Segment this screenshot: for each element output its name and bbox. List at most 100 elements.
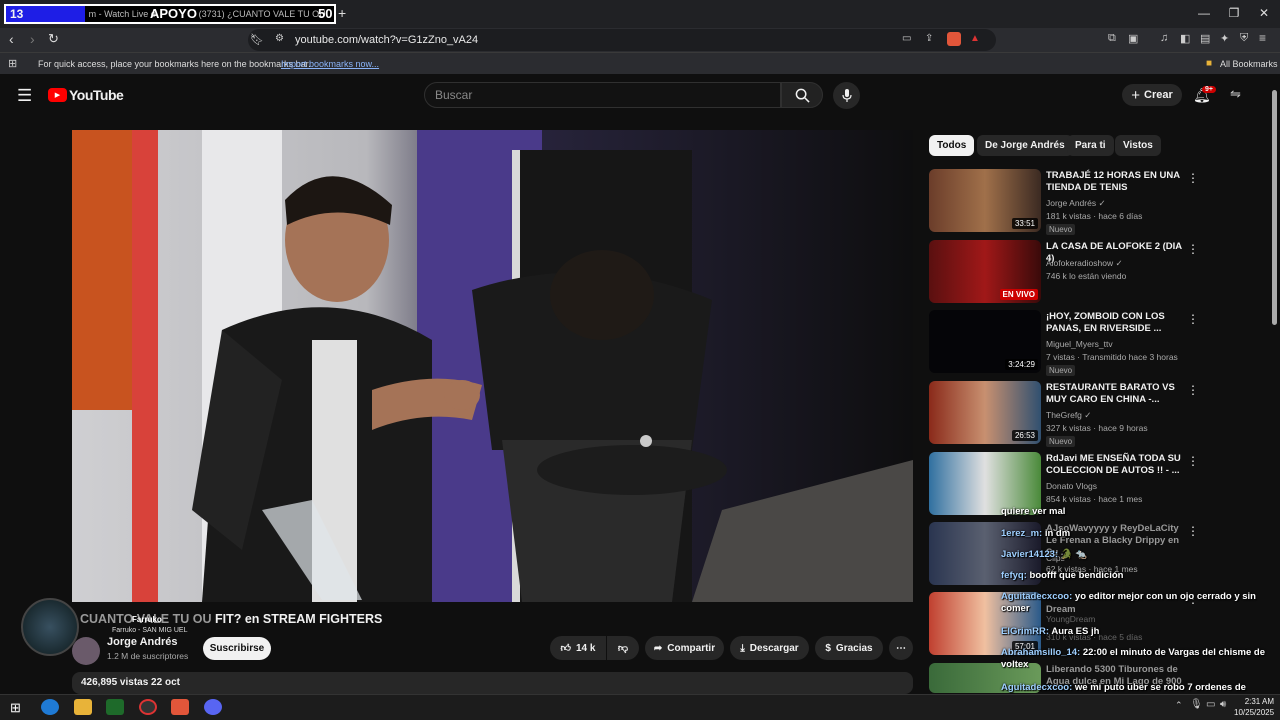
new-tab-button[interactable]: + [338,5,346,21]
recommendation-item[interactable]: EN VIVO LA CASA DE ALOFOKE 2 (DIA 4) Alo… [929,240,1269,306]
notification-badge: 9+ [1202,86,1216,93]
views-date: 426,895 vistas 22 oct [81,677,180,688]
more-options-icon[interactable]: ⋮ [1187,171,1199,185]
discord-icon[interactable] [204,699,222,715]
brave-shield-icon[interactable] [947,32,961,46]
chat-message: Aura ES jh [1051,626,1100,637]
youtube-logo-icon[interactable]: ▶ [48,88,67,102]
clock-date: 10/25/2025 [1234,708,1275,717]
minimize-button[interactable]: — [1194,6,1214,20]
video-thumbnail[interactable]: 26:53 [929,381,1041,444]
address-bar[interactable]: youtube.com/watch?v=G1zZno_vA24 [248,29,996,51]
search-button[interactable] [781,82,823,108]
rec-channel[interactable]: YoungDream [1046,614,1095,624]
video-thumbnail[interactable]: 3:24:29 [929,310,1041,373]
description-box[interactable]: 426,895 vistas 22 oct [72,672,913,694]
rec-title[interactable]: RESTAURANTE BARATO VS MUY CARO EN CHINA … [1046,382,1186,406]
forward-arrow-icon[interactable]: › [30,31,35,47]
vpn-icon[interactable]: ⛨ [1240,32,1248,45]
close-window-button[interactable]: ✕ [1254,6,1274,20]
rec-badge: Nuevo [1046,436,1076,447]
rec-meta: 854 k vistas · hace 1 mes [1046,494,1143,504]
video-thumbnail[interactable]: EN VIVO [929,240,1041,303]
rec-channel[interactable]: Jorge Andrés ✓ [1046,198,1106,209]
stream-overlay-circle [21,598,79,656]
chat-user: Aguitadecxcoo: [1001,591,1073,602]
all-bookmarks[interactable]: All Bookmarks [1220,59,1278,69]
rec-title[interactable]: TRABAJÉ 12 HORAS EN UNA TIENDA DE TENIS [1046,170,1186,194]
mic-tray-icon[interactable]: 🎙︎ [1190,699,1203,710]
leo-icon[interactable]: ✦ [1220,32,1229,45]
recommendation-item[interactable]: 26:53 RESTAURANTE BARATO VS MUY CARO EN … [929,381,1269,447]
brave-rewards-icon[interactable]: ▲ [970,33,980,44]
more-options-icon[interactable]: ⋮ [1187,242,1199,256]
hamburger-menu-icon[interactable]: ☰ [17,86,32,106]
recommendation-item[interactable]: 3:24:29 ¡HOY, ZOMBOID CON LOS PANAS, EN … [929,310,1269,376]
chip-para-ti[interactable]: Para ti [1067,135,1114,156]
terminal-icon[interactable] [106,699,124,715]
music-icon[interactable]: ♫ [1160,32,1168,44]
volume-icon[interactable]: 🔊︎ [1220,699,1226,710]
account-avatar[interactable]: ⇋ [1230,86,1241,102]
screenshot-icon[interactable]: ▣ [1128,32,1138,45]
bookmark-icon[interactable]: 🔖︎ [250,33,264,46]
sidebar-icon[interactable]: ◧ [1180,32,1190,45]
more-options-icon[interactable]: ⋮ [1187,312,1199,326]
extensions-icon[interactable]: ⧉ [1108,32,1116,45]
apps-grid-icon[interactable]: ⊞ [8,57,17,70]
channel-avatar[interactable] [72,637,100,665]
duration: 26:53 [1011,430,1038,441]
video-thumbnail[interactable]: 33:51 [929,169,1041,232]
more-options-icon[interactable]: ⋮ [1187,454,1199,468]
youtube-logo-text[interactable]: YouTube [69,87,124,103]
chip-todos[interactable]: Todos [929,135,975,156]
channel-name[interactable]: Jorge Andrés [107,636,178,648]
network-icon[interactable]: ▭ [1206,699,1215,710]
brave-taskbar-icon[interactable] [171,699,189,715]
download-button[interactable]: ⤓ Descargar [730,636,809,660]
rec-channel[interactable]: Alofokeradioshow ✓ [1046,258,1123,269]
thumbs-up-icon: 👍︎ [560,643,571,654]
tray-chevron-icon[interactable]: ⌃ [1175,700,1183,711]
search-input[interactable]: Buscar [424,82,781,108]
system-clock[interactable]: 2:31 AM 10/25/2025 [1234,696,1274,718]
menu-icon[interactable]: ≡ [1259,31,1266,45]
browser-tab[interactable]: m - Watch Live o (3731) ¿CUANTO VALE TU … [89,9,334,19]
more-actions-button[interactable]: ⋯ [889,636,913,660]
chat-user: Aguitadecxcoo: [1001,682,1073,693]
reload-icon[interactable]: ↻ [48,31,59,47]
obs-icon[interactable] [139,699,157,715]
rec-title[interactable]: ¡HOY, ZOMBOID CON LOS PANAS, EN RIVERSID… [1046,311,1186,335]
rec-channel[interactable]: Donato Vlogs [1046,481,1097,491]
cast-icon[interactable]: ▭ [902,33,911,44]
wallet-icon[interactable]: ▤ [1200,32,1210,45]
recommendation-item[interactable]: 33:51 TRABAJÉ 12 HORAS EN UNA TIENDA DE … [929,169,1269,235]
share-icon[interactable]: ⇪ [925,33,933,44]
share-button[interactable]: ➦ Compartir [645,636,724,660]
video-player[interactable] [72,130,913,602]
rec-channel[interactable]: TheGrefg ✓ [1046,410,1091,421]
rec-meta: 746 k lo están viendo [1046,271,1127,281]
restore-button[interactable]: ❐ [1224,6,1244,20]
site-info-icon[interactable]: ⚙ [275,33,284,44]
like-button[interactable]: 👍︎ 14 k [550,636,606,660]
chat-line: 1erez_m: in dm [1001,528,1266,540]
url-text: youtube.com/watch?v=G1zZno_vA24 [295,34,479,46]
chip-de-jorge-andres[interactable]: De Jorge Andrés [977,135,1073,156]
dislike-button[interactable]: 👎︎ [607,636,639,660]
windows-start-icon[interactable]: ⊞ [10,700,21,716]
chip-vistos[interactable]: Vistos [1115,135,1161,156]
page-scrollbar[interactable] [1272,90,1277,325]
file-explorer-icon[interactable] [74,699,92,715]
back-arrow-icon[interactable]: ‹ [9,31,14,47]
import-bookmarks-link[interactable]: Import bookmarks now... [281,59,379,69]
more-options-icon[interactable]: ⋮ [1187,383,1199,397]
rec-channel[interactable]: Miguel_Myers_ttv [1046,339,1113,349]
thanks-button[interactable]: $ Gracias [815,636,883,660]
apoyo-label: APOYO [150,6,197,21]
voice-search-button[interactable] [833,82,860,109]
subscribe-button[interactable]: Suscribirse [203,637,271,660]
edge-icon[interactable] [41,699,59,715]
rec-title[interactable]: RdJavi ME ENSEÑA TODA SU COLECCION DE AU… [1046,453,1186,477]
create-button[interactable]: + Crear [1122,84,1182,106]
